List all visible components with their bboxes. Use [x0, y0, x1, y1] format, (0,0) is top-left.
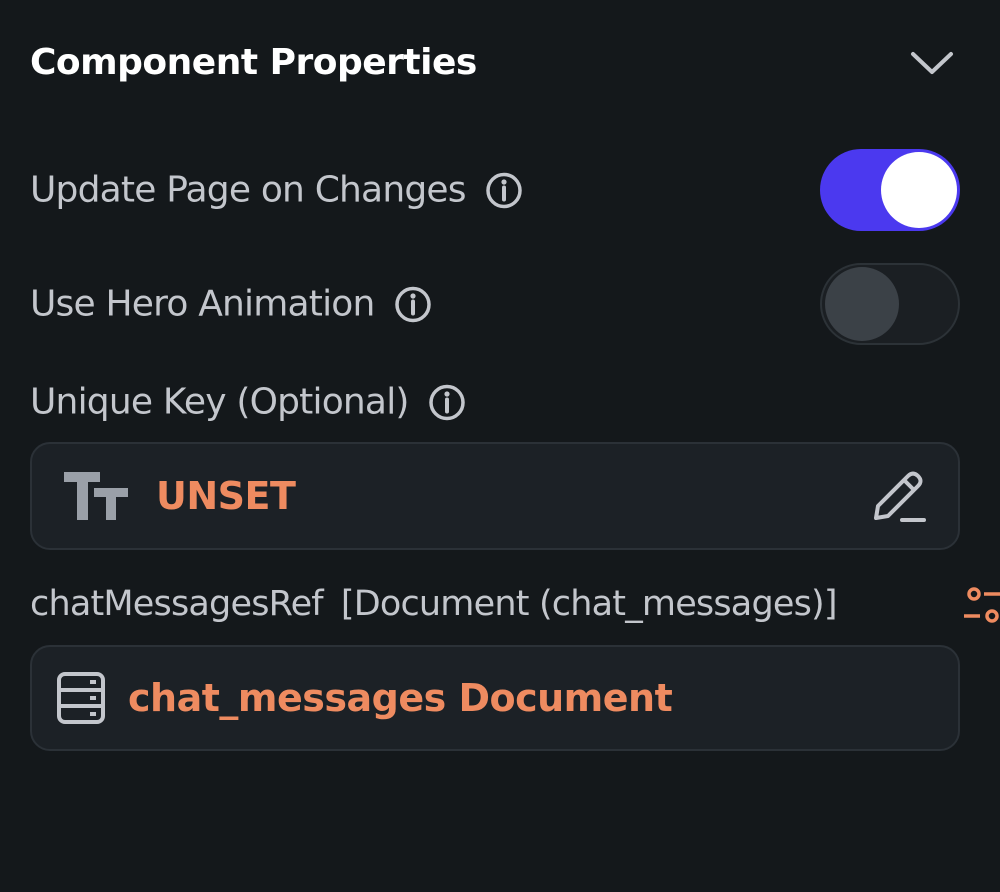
- unique-key-row: Unique Key (Optional): [30, 372, 960, 432]
- parameter-value: chat_messages Document: [128, 676, 673, 720]
- collapse-button[interactable]: [902, 38, 962, 88]
- toggle-knob: [825, 267, 899, 341]
- unique-key-label: Unique Key (Optional): [30, 381, 409, 423]
- parameter-value-field[interactable]: chat_messages Document: [30, 645, 960, 751]
- parameter-type: [Document (chat_messages)]: [340, 584, 838, 624]
- update-page-row: Update Page on Changes: [30, 149, 960, 231]
- unique-key-field[interactable]: UNSET: [30, 442, 960, 550]
- unique-key-value: UNSET: [156, 474, 296, 518]
- chevron-down-icon: [911, 52, 953, 74]
- section-title: Component Properties: [30, 42, 477, 83]
- text-type-icon: [64, 472, 128, 520]
- hero-animation-row: Use Hero Animation: [30, 263, 960, 345]
- hero-animation-label: Use Hero Animation: [30, 283, 375, 325]
- section-header[interactable]: Component Properties: [30, 38, 970, 92]
- parameter-name: chatMessagesRef: [30, 584, 324, 624]
- database-icon: [57, 672, 105, 724]
- component-properties-panel: Component Properties Update Page on Chan…: [0, 0, 1000, 892]
- parameter-label: chatMessagesRef [Document (chat_messages)…: [30, 584, 838, 624]
- info-icon[interactable]: [427, 382, 467, 422]
- pencil-icon[interactable]: [866, 464, 930, 528]
- settings-sliders-icon[interactable]: [962, 586, 1000, 630]
- info-icon[interactable]: [484, 170, 524, 210]
- hero-animation-toggle[interactable]: [820, 263, 960, 345]
- toggle-knob: [881, 152, 957, 228]
- update-page-toggle[interactable]: [820, 149, 960, 231]
- update-page-label: Update Page on Changes: [30, 169, 466, 211]
- info-icon[interactable]: [393, 284, 433, 324]
